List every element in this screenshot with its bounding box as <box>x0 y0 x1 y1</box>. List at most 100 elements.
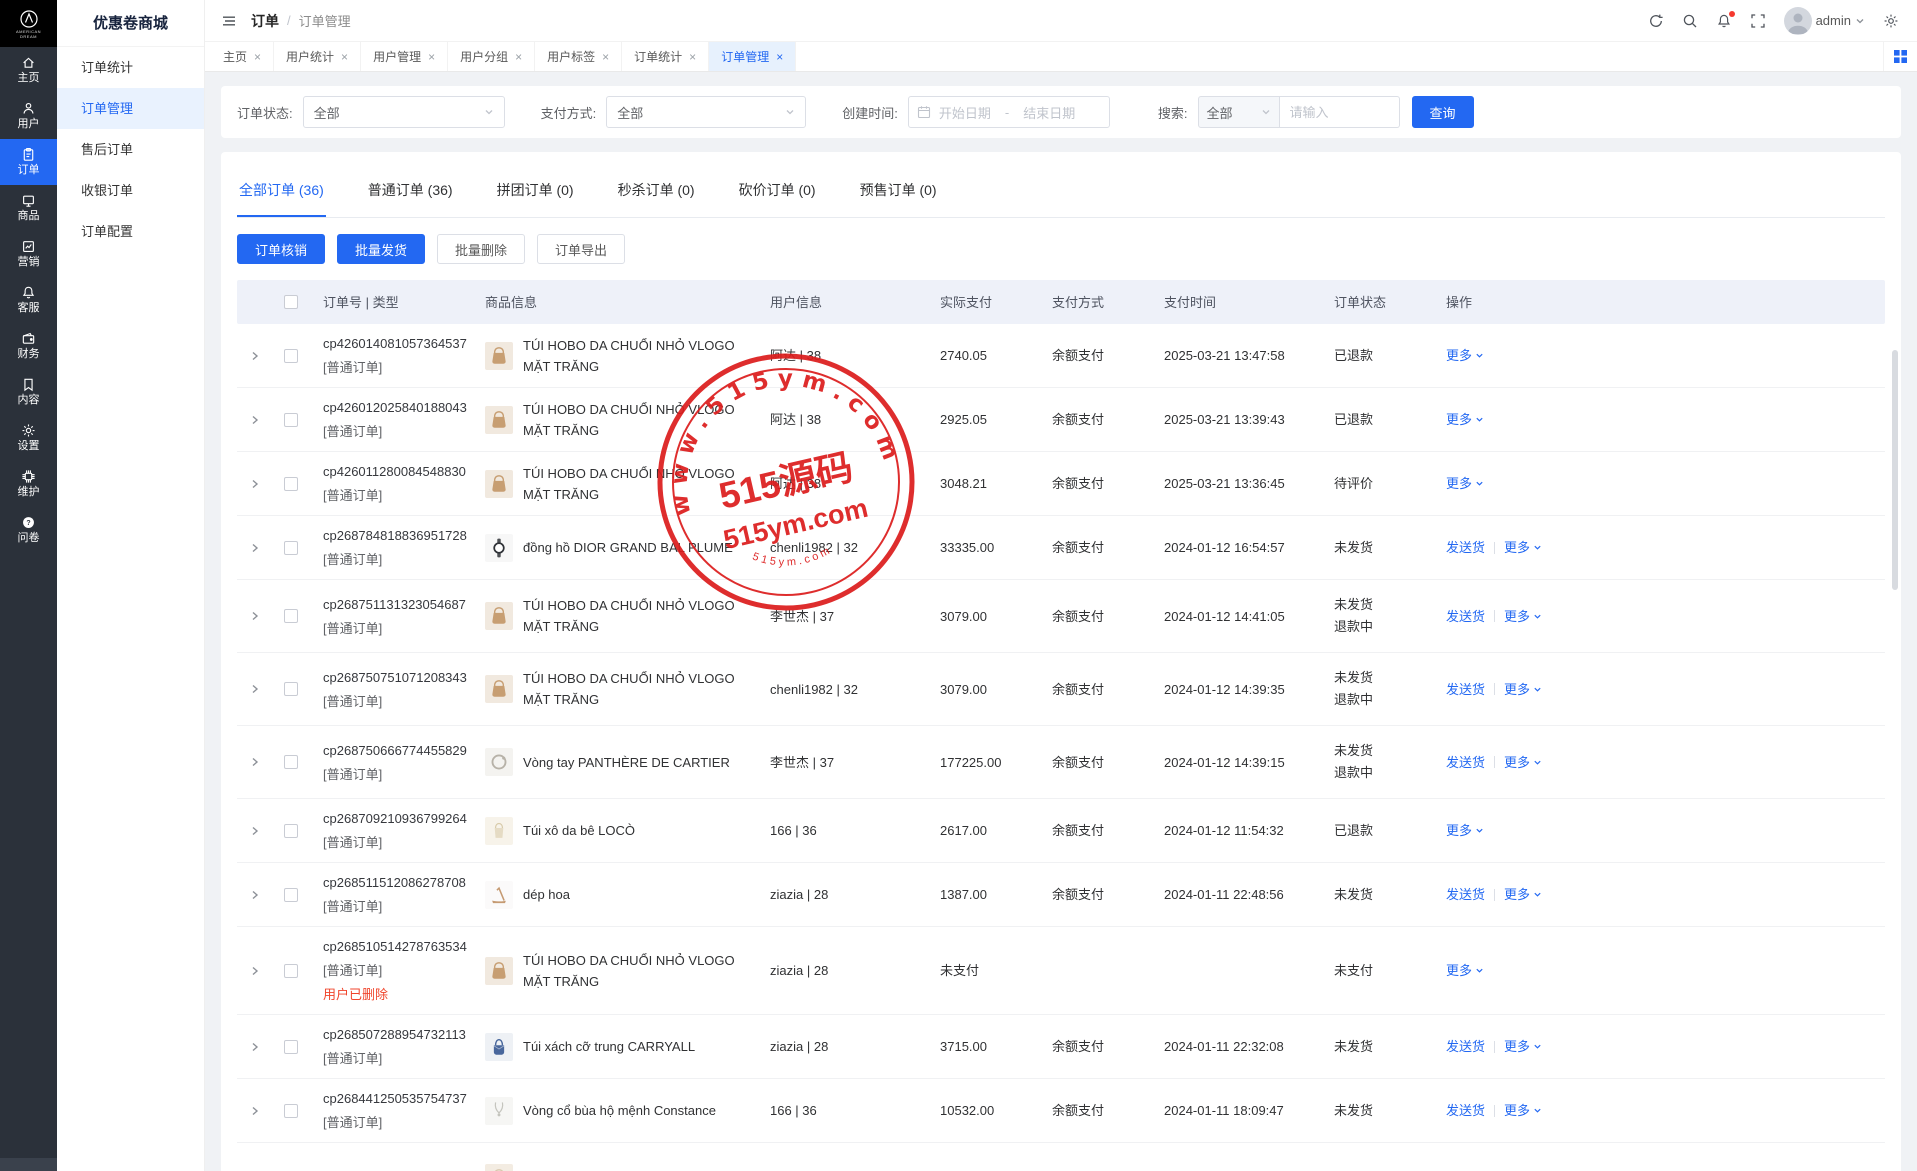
action-more[interactable]: 更多 <box>1504 752 1542 773</box>
row-expand-icon[interactable] <box>249 825 261 837</box>
rail-item-settings[interactable]: 设置 <box>0 415 57 461</box>
page-tab[interactable]: 用户统计× <box>274 42 361 71</box>
page-tab[interactable]: 用户分组× <box>448 42 535 71</box>
action-more[interactable]: 更多 <box>1446 473 1484 494</box>
row-checkbox[interactable] <box>284 682 298 696</box>
refresh-icon[interactable] <box>1648 13 1664 29</box>
pay-method-select[interactable]: 全部 <box>606 96 806 128</box>
submenu-item[interactable]: 收银订单 <box>57 170 204 211</box>
action-more[interactable]: 更多 <box>1446 960 1484 981</box>
rail-item-service[interactable]: 客服 <box>0 277 57 323</box>
row-checkbox[interactable] <box>284 413 298 427</box>
row-checkbox[interactable] <box>284 824 298 838</box>
row-expand-icon[interactable] <box>249 1041 261 1053</box>
tab-close-icon[interactable]: × <box>515 50 522 64</box>
action-more[interactable]: 更多 <box>1504 537 1542 558</box>
order-type-tab[interactable]: 预售订单 (0) <box>858 166 939 217</box>
action-more[interactable]: 更多 <box>1446 820 1484 841</box>
row-expand-icon[interactable] <box>249 350 261 362</box>
search-input[interactable] <box>1280 96 1400 128</box>
rail-item-order[interactable]: 订单 <box>0 139 57 185</box>
table-scrollbar[interactable] <box>1892 350 1898 590</box>
tab-close-icon[interactable]: × <box>341 50 348 64</box>
page-tab[interactable]: 用户标签× <box>535 42 622 71</box>
row-expand-icon[interactable] <box>249 756 261 768</box>
row-expand-icon[interactable] <box>249 414 261 426</box>
row-checkbox[interactable] <box>284 755 298 769</box>
date-range-picker[interactable]: 开始日期 - 结束日期 <box>908 96 1110 128</box>
action-send[interactable]: 发送货 <box>1446 537 1485 558</box>
order-status-select[interactable]: 全部 <box>303 96 505 128</box>
row-checkbox[interactable] <box>284 888 298 902</box>
toolbar-button[interactable]: 批量发货 <box>337 234 425 264</box>
rail-item-content[interactable]: 内容 <box>0 369 57 415</box>
row-expand-icon[interactable] <box>249 478 261 490</box>
row-expand-icon[interactable] <box>249 965 261 977</box>
submenu-item[interactable]: 订单配置 <box>57 211 204 252</box>
action-more[interactable]: 更多 <box>1504 1100 1542 1121</box>
page-tab[interactable]: 订单统计× <box>622 42 709 71</box>
rail-item-maintain[interactable]: 维护 <box>0 461 57 507</box>
rail-item-marketing[interactable]: 营销 <box>0 231 57 277</box>
action-more[interactable]: 更多 <box>1504 679 1542 700</box>
search-icon[interactable] <box>1682 13 1698 29</box>
submenu-item[interactable]: 订单统计 <box>57 47 204 88</box>
row-checkbox[interactable] <box>284 609 298 623</box>
page-tab[interactable]: 订单管理× <box>709 42 796 71</box>
user-menu[interactable]: admin <box>1784 7 1865 35</box>
row-expand-icon[interactable] <box>249 1105 261 1117</box>
menu-toggle-icon[interactable] <box>221 13 237 29</box>
toolbar-button[interactable]: 批量删除 <box>437 234 525 264</box>
toolbar-button[interactable]: 订单核销 <box>237 234 325 264</box>
row-checkbox[interactable] <box>284 1104 298 1118</box>
row-expand-icon[interactable] <box>249 610 261 622</box>
action-send[interactable]: 发送货 <box>1446 1100 1485 1121</box>
page-tab[interactable]: 主页× <box>211 42 274 71</box>
action-send[interactable]: 发送货 <box>1446 1036 1485 1057</box>
submenu-item[interactable]: 订单管理 <box>57 88 204 129</box>
action-send[interactable]: 发送货 <box>1446 679 1485 700</box>
tab-close-icon[interactable]: × <box>776 50 783 64</box>
row-checkbox[interactable] <box>284 349 298 363</box>
search-scope-select[interactable]: 全部 <box>1198 96 1280 128</box>
row-checkbox[interactable] <box>284 964 298 978</box>
rail-item-survey[interactable]: ?问卷 <box>0 507 57 553</box>
tab-close-icon[interactable]: × <box>689 50 696 64</box>
tab-close-icon[interactable]: × <box>254 50 261 64</box>
action-send[interactable]: 发送货 <box>1446 884 1485 905</box>
action-more[interactable]: 更多 <box>1504 1036 1542 1057</box>
page-tab[interactable]: 用户管理× <box>361 42 448 71</box>
action-more[interactable]: 更多 <box>1446 409 1484 430</box>
order-type-tab[interactable]: 拼团订单 (0) <box>495 166 576 217</box>
order-type-tab[interactable]: 普通订单 (36) <box>366 166 455 217</box>
row-checkbox[interactable] <box>284 1040 298 1054</box>
action-send[interactable]: 发送货 <box>1446 752 1485 773</box>
toolbar-button[interactable]: 订单导出 <box>537 234 625 264</box>
rail-item-finance[interactable]: 财务 <box>0 323 57 369</box>
rail-item-goods[interactable]: 商品 <box>0 185 57 231</box>
row-expand-icon[interactable] <box>249 683 261 695</box>
notification-bell-icon[interactable] <box>1716 13 1732 29</box>
order-type-tab[interactable]: 全部订单 (36) <box>237 166 326 217</box>
fullscreen-icon[interactable] <box>1750 13 1766 29</box>
tab-close-icon[interactable]: × <box>602 50 609 64</box>
brand-logo[interactable]: AMERICAN DREAM <box>0 0 57 47</box>
query-button[interactable]: 查询 <box>1412 96 1474 128</box>
settings-gear-icon[interactable] <box>1883 13 1899 29</box>
select-all-checkbox[interactable] <box>284 295 298 309</box>
action-send[interactable]: 发送货 <box>1446 606 1485 627</box>
row-expand-icon[interactable] <box>249 889 261 901</box>
row-expand-icon[interactable] <box>249 542 261 554</box>
order-type-tab[interactable]: 砍价订单 (0) <box>737 166 818 217</box>
tab-close-icon[interactable]: × <box>428 50 435 64</box>
rail-collapse-handle[interactable] <box>0 1158 57 1171</box>
rail-item-home[interactable]: 主页 <box>0 47 57 93</box>
row-checkbox[interactable] <box>284 541 298 555</box>
rail-item-user[interactable]: 用户 <box>0 93 57 139</box>
tab-options-grid-icon[interactable] <box>1883 42 1917 71</box>
row-checkbox[interactable] <box>284 477 298 491</box>
submenu-item[interactable]: 售后订单 <box>57 129 204 170</box>
action-more[interactable]: 更多 <box>1446 345 1484 366</box>
action-more[interactable]: 更多 <box>1504 606 1542 627</box>
action-more[interactable]: 更多 <box>1504 884 1542 905</box>
